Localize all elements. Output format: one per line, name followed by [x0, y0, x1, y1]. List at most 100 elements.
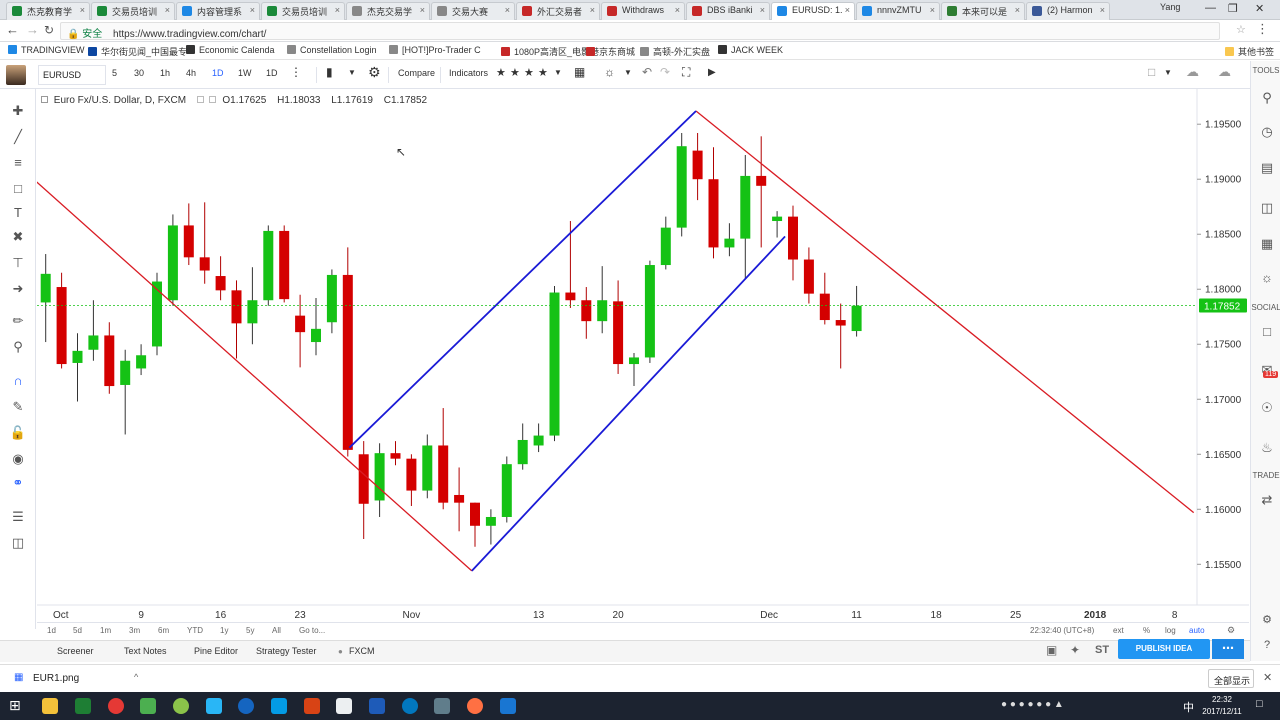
candle-style-icon[interactable]: ▮: [326, 65, 333, 79]
zoom-icon[interactable]: ⚲: [9, 339, 27, 355]
tab-close-icon[interactable]: ×: [590, 5, 595, 15]
app-icon[interactable]: [467, 698, 483, 714]
close-window-icon[interactable]: ✕: [1255, 2, 1264, 15]
browser-tab[interactable]: 交易员培训 ×: [261, 2, 345, 20]
tab-close-icon[interactable]: ×: [760, 5, 765, 15]
more-intervals-icon[interactable]: ⋮: [290, 65, 302, 79]
cloud-save-icon[interactable]: ☁: [1186, 64, 1199, 80]
bookmark-item[interactable]: JACK WEEK: [718, 45, 783, 55]
tab-close-icon[interactable]: ×: [845, 5, 850, 15]
chrome-icon[interactable]: [108, 698, 124, 714]
browser-tab[interactable]: Withdraws ×: [601, 2, 685, 20]
interval-1w[interactable]: 1W: [238, 68, 252, 78]
go-to-date[interactable]: Go to...: [299, 626, 325, 635]
trash-icon[interactable]: ◫: [9, 535, 27, 551]
search-icon[interactable]: ⚲: [1257, 89, 1277, 107]
interval-1d[interactable]: 1D: [266, 68, 278, 78]
tab-close-icon[interactable]: ×: [675, 5, 680, 15]
favorite-star-icon[interactable]: ★: [524, 66, 534, 79]
blue-channel-line[interactable]: [348, 110, 697, 449]
app-icon[interactable]: [173, 698, 189, 714]
tab-pine-editor[interactable]: Pine Editor: [194, 646, 238, 656]
browser-tab[interactable]: 内容管理系 ×: [176, 2, 260, 20]
redo-icon[interactable]: ↷: [660, 65, 670, 79]
tab-close-icon[interactable]: ×: [1100, 5, 1105, 15]
bookmark-item[interactable]: 1080P高清区_电影港: [501, 45, 599, 58]
tab-close-icon[interactable]: ×: [165, 5, 170, 15]
interval-1d-selected[interactable]: 1D: [212, 68, 224, 78]
gear-icon[interactable]: ⚙: [368, 64, 381, 81]
magnet-icon[interactable]: ∩: [9, 373, 27, 389]
chevron-down-icon[interactable]: ▼: [1164, 68, 1172, 77]
symbol-search-input[interactable]: EURUSD: [38, 65, 106, 85]
idea-bulb-icon[interactable]: ☼: [1257, 269, 1277, 287]
lock-drawings-icon[interactable]: 🔓: [9, 425, 27, 441]
range-3m[interactable]: 3m: [129, 626, 140, 635]
camera-icon[interactable]: ▣: [1046, 643, 1057, 657]
file-explorer-icon[interactable]: [42, 698, 58, 714]
range-ytd[interactable]: YTD: [187, 626, 203, 635]
chevron-down-icon[interactable]: ▼: [624, 68, 632, 77]
chevron-down-icon[interactable]: ▼: [348, 68, 356, 77]
collapse-legend-icon[interactable]: [41, 96, 48, 103]
auto-toggle[interactable]: auto: [1189, 626, 1205, 635]
layout-icon[interactable]: □: [1148, 65, 1155, 79]
compare-button[interactable]: Compare: [398, 68, 435, 78]
menu-icon[interactable]: ⋮: [1256, 21, 1269, 37]
play-icon[interactable]: ▶: [708, 67, 716, 78]
trade-arrows-icon[interactable]: ⇄: [1257, 491, 1277, 509]
windows-start-icon[interactable]: ⊞: [9, 697, 21, 714]
browser-tab[interactable]: 杰克教育学 ×: [6, 2, 90, 20]
app-icon[interactable]: [206, 698, 222, 714]
url-field[interactable]: 🔒 安全 https://www.tradingview.com/chart/: [60, 22, 1220, 40]
avatar[interactable]: [6, 65, 26, 85]
app-icon[interactable]: [402, 698, 418, 714]
stay-drawing-icon[interactable]: ✎: [9, 399, 27, 415]
time-axis[interactable]: Oct 9 16 23 Nov 13 20 Dec 11 18 25 2018 8: [53, 610, 1178, 621]
tab-close-icon[interactable]: ×: [335, 5, 340, 15]
prediction-icon[interactable]: ⊤: [9, 255, 27, 271]
input-language[interactable]: 中: [1183, 699, 1194, 715]
browser-tab[interactable]: nnnvZMTU ×: [856, 2, 940, 20]
range-all[interactable]: All: [272, 626, 281, 635]
text-icon[interactable]: T: [9, 205, 27, 221]
bookmark-item[interactable]: Constellation Login: [287, 45, 377, 55]
photos-icon[interactable]: [336, 698, 352, 714]
cloud-load-icon[interactable]: ☁: [1218, 64, 1231, 80]
browser-tab[interactable]: 交易大赛 ×: [431, 2, 515, 20]
tab-close-icon[interactable]: ×: [420, 5, 425, 15]
range-5y[interactable]: 5y: [246, 626, 254, 635]
browser-user-name[interactable]: Yang: [1160, 2, 1180, 12]
browser-tab[interactable]: 本来可以是 ×: [941, 2, 1025, 20]
bookmark-item[interactable]: 华尔街见闻_中国最专: [88, 45, 187, 58]
browser-tab[interactable]: 交易员培训 ×: [91, 2, 175, 20]
word-icon[interactable]: [369, 698, 385, 714]
pattern-icon[interactable]: ✖: [9, 229, 27, 245]
back-arrow-icon[interactable]: ←: [6, 22, 19, 37]
fib-icon[interactable]: ≡: [9, 155, 27, 171]
log-toggle[interactable]: log: [1165, 626, 1176, 635]
interval-4h[interactable]: 4h: [186, 68, 196, 78]
app-icon[interactable]: [500, 698, 516, 714]
download-file-name[interactable]: EUR1.png: [33, 673, 79, 684]
publish-idea-button[interactable]: PUBLISH IDEA: [1118, 639, 1210, 659]
alert-lightbulb-icon[interactable]: ☼: [604, 65, 615, 79]
interval-1h[interactable]: 1h: [160, 68, 170, 78]
browser-tab[interactable]: 外汇交易者 ×: [516, 2, 600, 20]
reset-gear-icon[interactable]: ⚙: [1227, 625, 1235, 636]
twitter-icon[interactable]: ✦: [1070, 643, 1080, 657]
interval-5[interactable]: 5: [112, 68, 117, 78]
star-icon[interactable]: ☆: [1236, 23, 1246, 36]
percent-toggle[interactable]: %: [1143, 626, 1150, 635]
fullscreen-icon[interactable]: ⛶: [682, 65, 690, 80]
chart-area[interactable]: 1.19500 1.19000 1.18500 1.18000 1.17500 1.170…: [37, 89, 1249, 625]
price-axis[interactable]: 1.19500 1.19000 1.18500 1.18000 1.17500 1.170…: [1197, 120, 1242, 571]
chevron-up-icon[interactable]: ^: [134, 672, 138, 682]
favorite-star-icon[interactable]: ★: [496, 66, 506, 79]
tab-strategy-tester[interactable]: Strategy Tester: [256, 646, 316, 656]
tab-close-icon[interactable]: ×: [250, 5, 255, 15]
calendar-grid-icon[interactable]: ▦: [1257, 235, 1277, 253]
close-downloads-icon[interactable]: ✕: [1263, 671, 1272, 684]
clock[interactable]: 22:32 2017/12/11: [1200, 694, 1244, 718]
tab-close-icon[interactable]: ×: [930, 5, 935, 15]
